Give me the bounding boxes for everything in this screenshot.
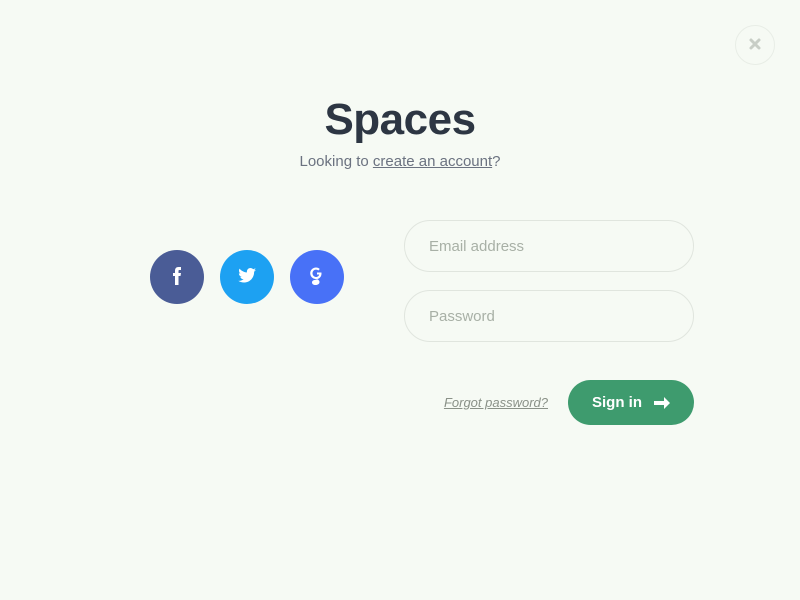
subtitle-suffix: ? — [492, 153, 500, 170]
page-title: Spaces — [324, 95, 475, 145]
twitter-icon — [238, 268, 256, 286]
close-icon — [748, 34, 762, 57]
forgot-password-link[interactable]: Forgot password? — [444, 395, 548, 410]
social-buttons — [150, 250, 344, 304]
email-field[interactable] — [404, 220, 694, 272]
subtitle-prefix: Looking to — [300, 153, 373, 170]
close-button[interactable] — [735, 25, 775, 65]
arrow-right-icon — [654, 397, 670, 409]
google-button[interactable] — [290, 250, 344, 304]
signin-button[interactable]: Sign in — [568, 380, 694, 425]
login-form: Forgot password? Sign in — [404, 220, 700, 425]
twitter-button[interactable] — [220, 250, 274, 304]
content-row: Forgot password? Sign in — [0, 220, 800, 425]
login-modal: Spaces Looking to create an account? — [0, 0, 800, 425]
facebook-button[interactable] — [150, 250, 204, 304]
form-footer: Forgot password? Sign in — [404, 380, 694, 425]
subtitle: Looking to create an account? — [300, 153, 501, 170]
password-field[interactable] — [404, 290, 694, 342]
facebook-icon — [172, 267, 182, 288]
google-icon — [309, 267, 325, 288]
create-account-link[interactable]: create an account — [373, 153, 492, 170]
signin-label: Sign in — [592, 394, 642, 411]
